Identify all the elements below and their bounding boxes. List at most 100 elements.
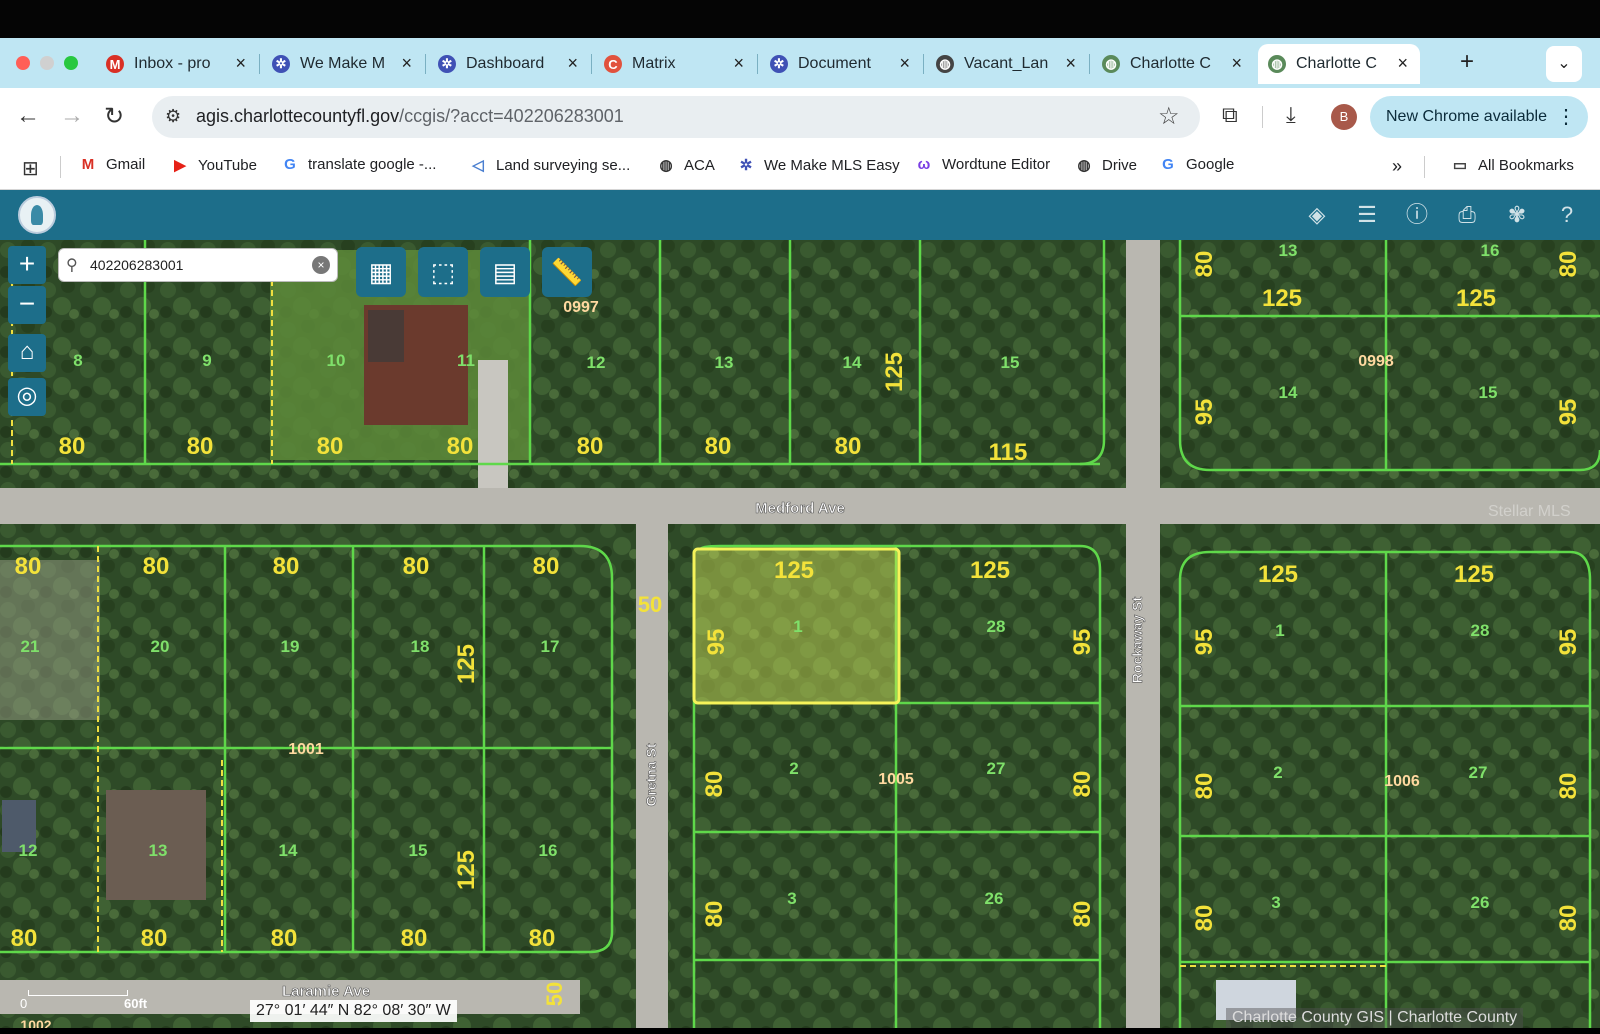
aerial-map[interactable]: Medford Ave Rockaway St Gretna St Laramie A… [0,240,1600,1034]
report-button[interactable]: ▤ [480,247,530,297]
globe-icon: ◍ [659,157,673,174]
tab-7[interactable]: ◍ Charlotte C × [1092,44,1254,84]
lot-number: 9 [202,351,211,370]
dimension-label: 50 [638,592,662,617]
maximize-window-button[interactable] [64,56,78,70]
bookmark-item[interactable]: ▶ YouTube [170,156,257,175]
close-window-button[interactable] [16,56,30,70]
reload-button[interactable]: ↻ [104,102,124,131]
bookmark-star-icon[interactable]: ☆ [1158,102,1180,131]
download-icon[interactable]: ⤓ [1286,102,1296,128]
select-area-button[interactable]: ⬚ [418,247,468,297]
dimension-label: 80 [187,433,214,460]
dimension-label: 80 [705,433,732,460]
tab-1[interactable]: M Inbox - pro × [96,44,258,84]
menu-dots-icon[interactable]: ⋮ [1556,96,1576,138]
extensions-icon[interactable]: ⧉ [1222,102,1238,128]
bookmark-label: Google [1186,156,1235,173]
back-button[interactable]: ← [16,102,40,130]
bookmark-item[interactable]: G Google [1158,156,1234,173]
county-seal-icon: ◍ [1102,55,1120,73]
dimension-label: 95 [1555,629,1582,656]
basemap-gallery-icon[interactable]: ✾ [1500,198,1534,232]
lot-number: 18 [411,637,430,656]
lot-number: 15 [1479,383,1498,402]
profile-avatar[interactable]: B [1331,104,1357,130]
dimension-label: 80 [533,553,560,580]
dimension-label: 80 [577,433,604,460]
bookmark-item[interactable]: ◍ Drive [1074,156,1138,175]
dimension-label: 80 [701,901,728,928]
clear-search-icon[interactable]: × [312,256,330,274]
search-icon[interactable]: ⚲ [66,255,78,275]
close-tab-icon[interactable]: × [235,53,246,74]
tab-3[interactable]: ✲ Dashboard × [428,44,590,84]
chrome-update-button[interactable]: New Chrome available ⋮ [1370,96,1588,138]
close-tab-icon[interactable]: × [567,53,578,74]
all-bookmarks-label: All Bookmarks [1478,156,1574,174]
dimension-label: 125 [1258,561,1298,588]
close-tab-icon[interactable]: × [401,53,412,74]
dimension-label: 80 [1191,905,1218,932]
more-bookmarks-icon[interactable]: » [1392,156,1402,177]
gmail-icon: M [81,156,95,173]
bookmark-item[interactable]: Gtranslate google -... [280,156,436,173]
bookmark-item[interactable]: ◍ ACA [656,156,715,175]
bookmark-label: Drive [1102,156,1138,174]
watermark-text: Stellar MLS [1488,503,1571,520]
lot-number: 15 [1001,353,1020,372]
grid-view-button[interactable]: ▦ [356,247,406,297]
tab-search-button[interactable]: ⌄ [1546,46,1582,82]
google-icon: G [284,156,296,173]
close-tab-icon[interactable]: × [899,53,910,74]
new-tab-button[interactable]: + [1460,48,1474,76]
youtube-icon: ▶ [174,157,186,174]
print-icon[interactable]: ⎙ [1450,198,1484,232]
all-bookmarks[interactable]: ▭ All Bookmarks [1450,156,1574,175]
dimension-label: 95 [1069,629,1096,656]
title-bar [0,0,1600,38]
gear-icon: ✲ [739,157,753,174]
bookmark-item[interactable]: ✲ We Make MLS Easy [736,156,900,175]
close-tab-icon[interactable]: × [1231,53,1242,74]
info-icon[interactable]: ⓘ [1400,198,1434,232]
tab-6[interactable]: ◍ Vacant_Lan × [926,44,1088,84]
gear-icon: ✲ [272,55,290,73]
tab-8[interactable]: ◍ Charlotte C × [1258,44,1420,84]
zoom-in-button[interactable]: + [8,246,46,284]
home-button[interactable]: ⌂ [8,334,46,372]
help-icon[interactable]: ? [1550,198,1584,232]
bookmark-item[interactable]: ω Wordtune Editor [914,156,1050,173]
zoom-out-button[interactable]: − [8,286,46,324]
folder-icon: ▭ [1452,157,1468,174]
close-tab-icon[interactable]: × [733,53,744,74]
block-number: 1001 [288,741,324,758]
lot-number: 14 [843,353,862,372]
lot-number: 19 [281,637,300,656]
search-input[interactable] [90,253,300,277]
forward-button[interactable]: → [60,102,84,130]
street-label: Laramie Ave [282,983,370,1000]
bookmark-item[interactable]: ◁ Land surveying se... [468,156,630,175]
legend-list-icon[interactable]: ☰ [1350,198,1384,232]
close-tab-icon[interactable]: × [1397,53,1408,74]
locate-button[interactable]: ◎ [8,378,46,416]
tab-4[interactable]: C Matrix × [594,44,756,84]
bookmark-item[interactable]: M Gmail [78,156,145,173]
tab-5[interactable]: ✲ Document × [760,44,922,84]
dimension-label: 80 [701,771,728,798]
block-number: 0997 [563,299,599,316]
url-text[interactable]: agis.charlottecountyfl.gov/ccgis/?acct=4… [196,106,624,127]
minimize-window-button[interactable] [40,56,54,70]
county-logo-icon[interactable] [18,196,56,234]
layers-icon[interactable]: ◈ [1300,198,1334,232]
dimension-label: 95 [1191,399,1218,426]
measure-button[interactable]: 📏 [542,247,592,297]
tab-2[interactable]: ✲ We Make M × [262,44,424,84]
apps-grid-icon[interactable]: ⊞ [22,156,39,181]
bookmark-label: ACA [684,156,715,174]
map-view[interactable]: Medford Ave Rockaway St Gretna St Laramie A… [0,240,1600,1034]
close-tab-icon[interactable]: × [1065,53,1076,74]
dimension-label: 80 [1191,773,1218,800]
site-info-icon[interactable]: ⚙ [165,106,181,127]
